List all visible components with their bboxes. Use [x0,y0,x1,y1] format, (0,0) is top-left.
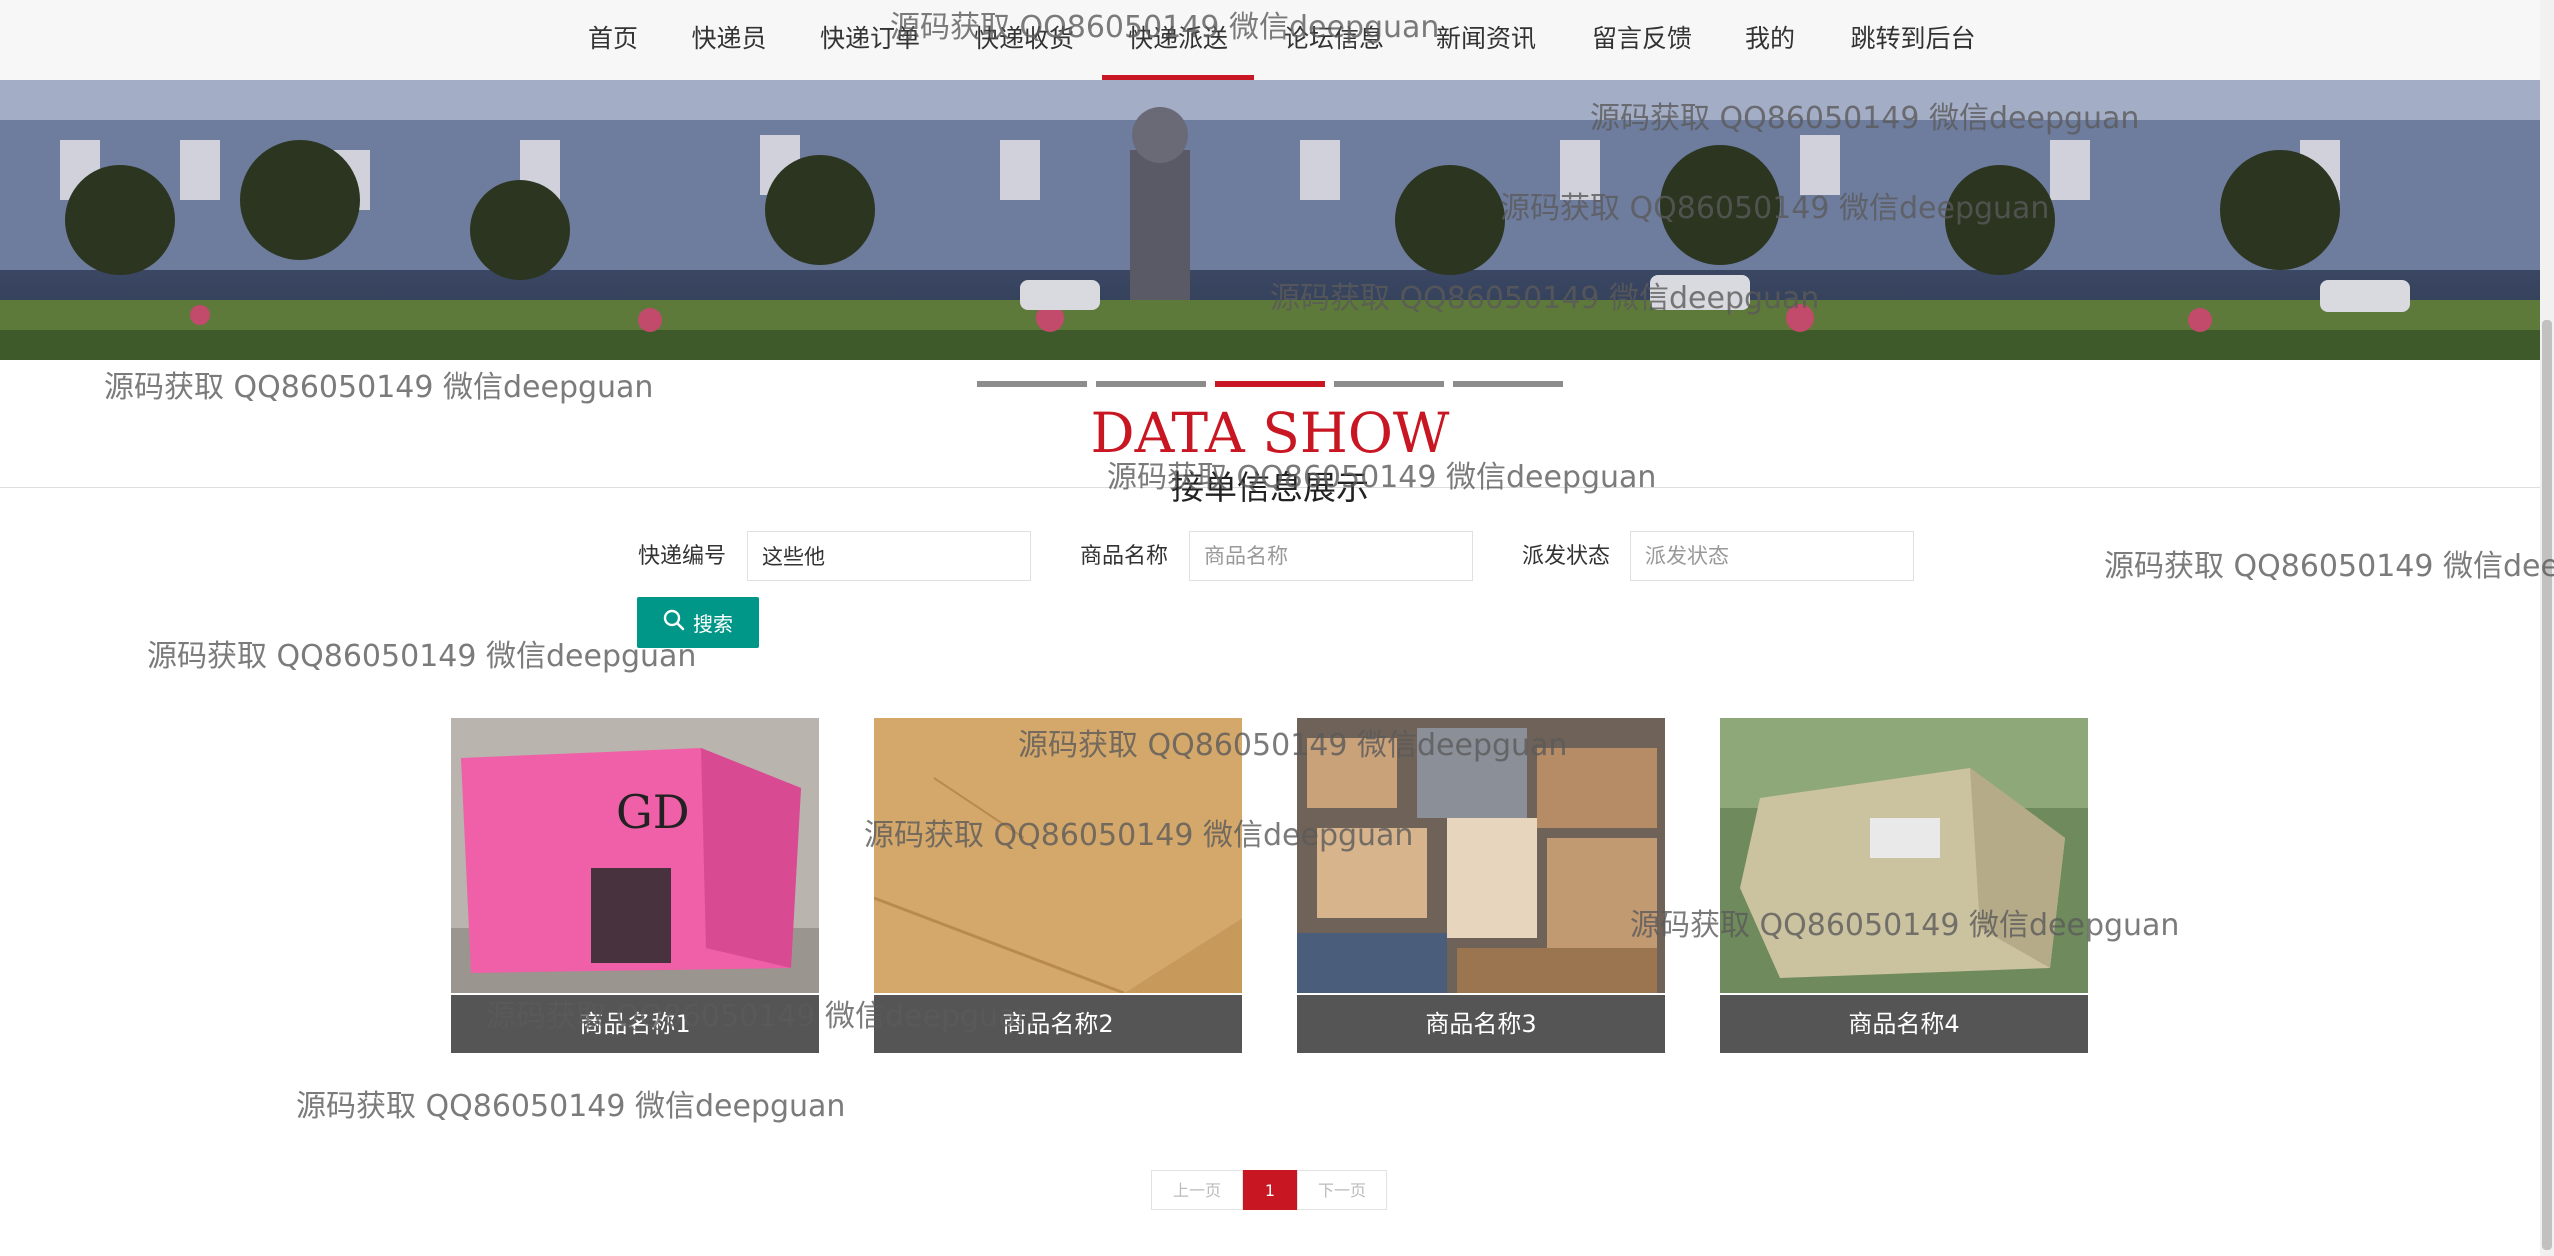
product-card[interactable]: 商品名称3 [1297,718,1665,1053]
carousel-dot-3[interactable] [1215,381,1325,387]
product-name-caption: 商品名称4 [1720,995,2088,1053]
product-image-pink-box[interactable]: GD [451,718,819,993]
next-page-button[interactable]: 下一页 [1297,1170,1387,1210]
page-scrollbar[interactable] [2540,0,2554,1256]
watermark-text: 源码获取 QQ86050149 微信deepguan [2104,549,2554,584]
watermark-text: 源码获取 QQ86050149 微信deepguan [1500,191,2050,226]
nav-home[interactable]: 首页 [585,0,641,80]
watermark-text: 源码获取 QQ86050149 微信deepguan [486,999,1036,1034]
dispatch-status-input[interactable] [1630,531,1914,581]
product-name-caption: 商品名称3 [1297,995,1665,1053]
banner-scene [0,80,2540,360]
watermark-text: 源码获取 QQ86050149 微信deepguan [1630,908,2180,943]
svg-text:GD: GD [616,785,690,839]
product-name-input[interactable] [1189,531,1473,581]
page-1-button[interactable]: 1 [1243,1170,1297,1210]
scrollbar-thumb[interactable] [2542,320,2552,1250]
nav-news[interactable]: 新闻资讯 [1434,0,1538,80]
watermark-text: 源码获取 QQ86050149 微信deepguan [1018,728,1568,763]
carousel-dot-2[interactable] [1096,381,1206,387]
dispatch-status-label: 派发状态 [1522,544,1611,569]
nav-courier[interactable]: 快递员 [690,0,768,80]
nav-feedback[interactable]: 留言反馈 [1590,0,1694,80]
watermark-text: 源码获取 QQ86050149 微信deepguan [104,370,654,405]
prev-page-button[interactable]: 上一页 [1151,1170,1243,1210]
product-name-label: 商品名称 [1080,544,1169,569]
carousel-dot-5[interactable] [1453,381,1563,387]
banner-carousel-image[interactable] [0,80,2540,360]
watermark-text: 源码获取 QQ86050149 微信deepguan [1107,460,1657,495]
watermark-text: 源码获取 QQ86050149 微信deepguan [890,10,1440,45]
search-button-label: 搜索 [693,612,733,636]
watermark-text: 源码获取 QQ86050149 微信deepguan [147,639,697,674]
watermark-text: 源码获取 QQ86050149 微信deepguan [296,1089,846,1124]
express-number-input[interactable] [747,531,1031,581]
product-image-taped-box[interactable] [1720,718,2088,993]
nav-mine[interactable]: 我的 [1742,0,1798,80]
product-card[interactable]: 商品名称4 [1720,718,2088,1053]
nav-admin[interactable]: 跳转到后台 [1848,0,1978,80]
watermark-text: 源码获取 QQ86050149 微信deepguan [1590,101,2140,136]
watermark-text: 源码获取 QQ86050149 微信deepguan [864,818,1414,853]
express-number-label: 快递编号 [638,544,727,569]
watermark-text: 源码获取 QQ86050149 微信deepguan [1270,281,1820,316]
carousel-dot-4[interactable] [1334,381,1444,387]
carousel-dot-1[interactable] [977,381,1087,387]
